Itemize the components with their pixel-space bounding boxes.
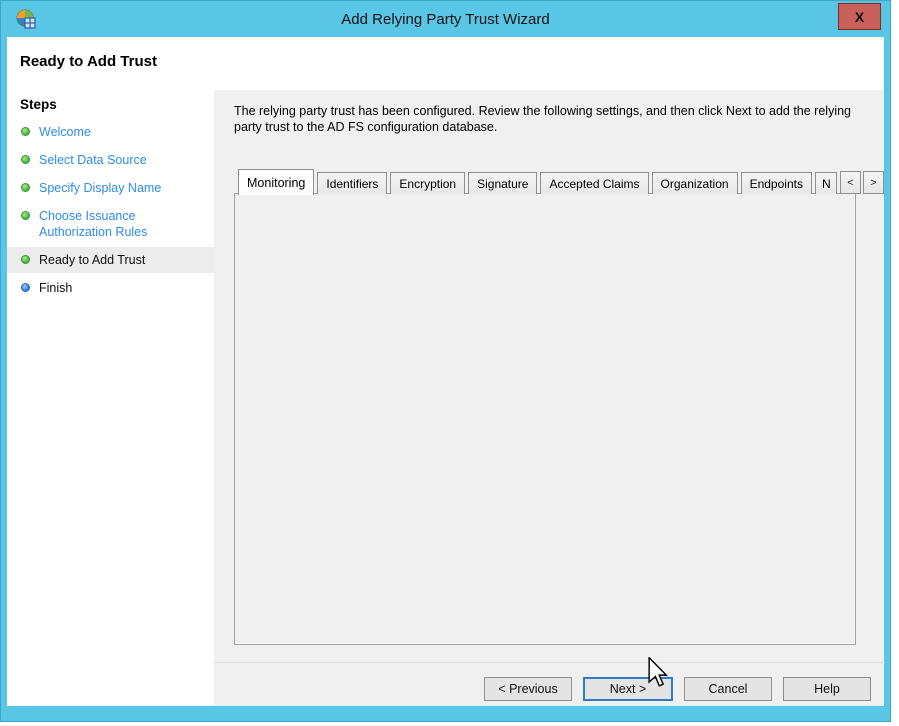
tab-encryption[interactable]: Encryption: [390, 172, 465, 194]
steps-heading: Steps: [7, 97, 214, 112]
step-pending-icon: [21, 283, 30, 292]
button-bar: < Previous Next > Cancel Help: [214, 677, 885, 701]
chevron-right-icon: >: [870, 177, 876, 189]
tab-accepted-claims[interactable]: Accepted Claims: [540, 172, 648, 194]
wizard-window: Add Relying Party Trust Wizard X Ready t…: [0, 0, 891, 722]
previous-button[interactable]: < Previous: [484, 677, 572, 701]
tab-signature[interactable]: Signature: [468, 172, 537, 194]
sidebar-item-finish[interactable]: Finish: [7, 275, 214, 301]
tab-identifiers[interactable]: Identifiers: [317, 172, 387, 194]
sidebar-item-ready-to-add-trust[interactable]: Ready to Add Trust: [7, 247, 214, 273]
tab-organization[interactable]: Organization: [652, 172, 738, 194]
wizard-description: The relying party trust has been configu…: [234, 103, 862, 135]
step-label: Finish: [39, 280, 72, 296]
step-label: Ready to Add Trust: [39, 252, 145, 268]
chevron-left-icon: <: [847, 177, 853, 189]
tab-scroll-left-button[interactable]: <: [840, 171, 861, 194]
tab-endpoints[interactable]: Endpoints: [741, 172, 812, 194]
step-label: Specify Display Name: [39, 180, 161, 196]
window-title: Add Relying Party Trust Wizard: [1, 1, 890, 37]
tab-strip: Monitoring Identifiers Encryption Signat…: [238, 168, 886, 194]
sidebar-item-select-data-source[interactable]: Select Data Source: [7, 147, 214, 173]
step-label: Welcome: [39, 124, 91, 140]
step-done-icon: [21, 211, 30, 220]
cancel-button[interactable]: Cancel: [684, 677, 772, 701]
title-bar: Add Relying Party Trust Wizard X: [1, 1, 890, 37]
step-label: Select Data Source: [39, 152, 147, 168]
tab-scroll-right-button[interactable]: >: [863, 171, 884, 194]
monitoring-tab-panel: [234, 193, 856, 645]
next-button[interactable]: Next >: [583, 677, 673, 701]
sidebar-item-choose-issuance-authorization-rules[interactable]: Choose Issuance Authorization Rules: [7, 203, 214, 245]
page-header: Ready to Add Trust: [7, 37, 884, 90]
steps-sidebar: Steps Welcome Select Data Source Specify…: [7, 90, 214, 706]
page-title: Ready to Add Trust: [20, 53, 157, 70]
sidebar-item-specify-display-name[interactable]: Specify Display Name: [7, 175, 214, 201]
step-done-icon: [21, 183, 30, 192]
close-button[interactable]: X: [838, 3, 881, 30]
tab-monitoring[interactable]: Monitoring: [238, 169, 314, 195]
close-icon: X: [855, 9, 864, 25]
step-done-icon: [21, 255, 30, 264]
sidebar-item-welcome[interactable]: Welcome: [7, 119, 214, 145]
step-done-icon: [21, 155, 30, 164]
step-label: Choose Issuance Authorization Rules: [39, 208, 208, 240]
tab-notes-clipped[interactable]: N: [815, 172, 837, 194]
screenshot-stage: Add Relying Party Trust Wizard X Ready t…: [0, 0, 899, 726]
step-done-icon: [21, 127, 30, 136]
footer-divider: [214, 662, 885, 663]
help-button[interactable]: Help: [783, 677, 871, 701]
